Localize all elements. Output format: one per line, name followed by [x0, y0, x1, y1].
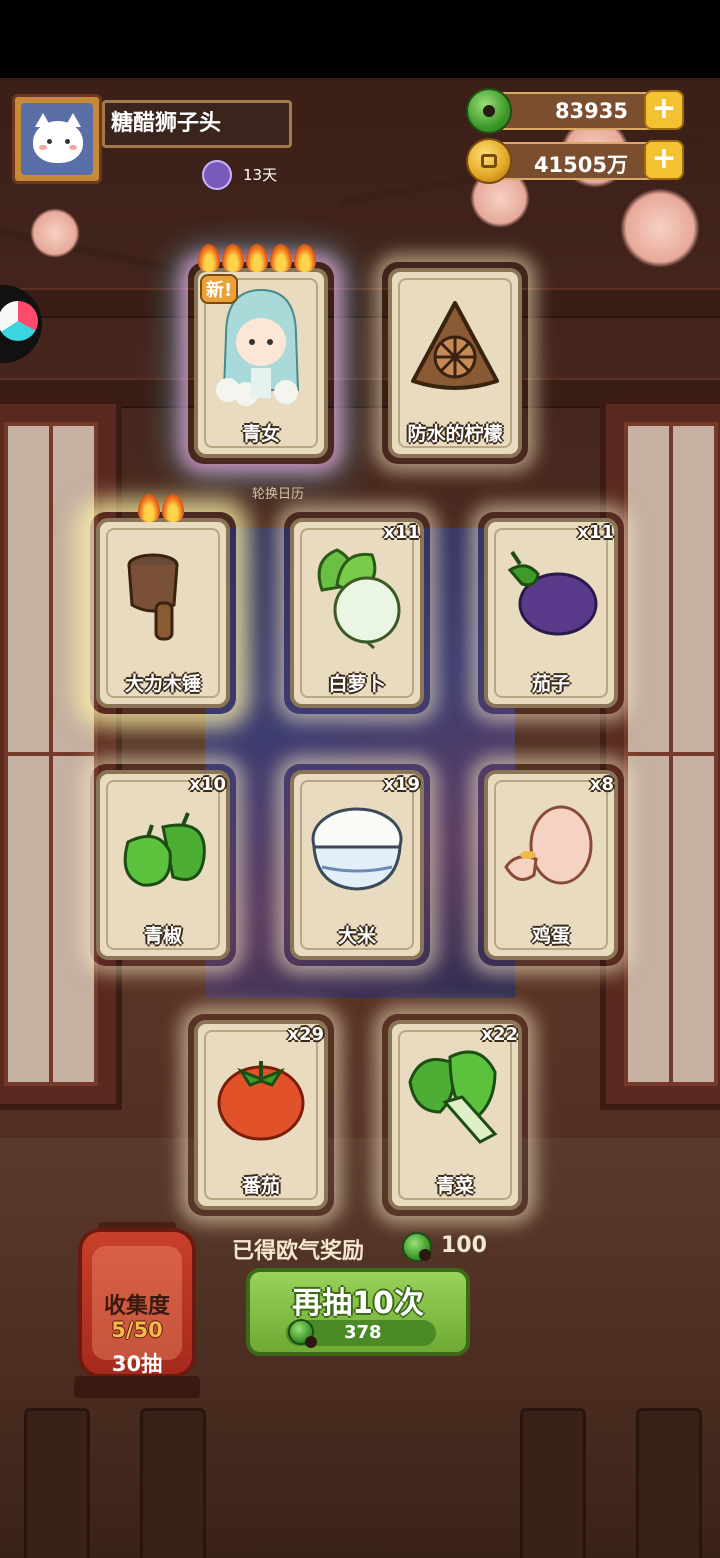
- jade-icon: [288, 1319, 317, 1348]
- flame-icon: [222, 244, 244, 272]
- draw-cost-value: 378: [344, 1322, 382, 1343]
- egg-icon: [496, 797, 606, 901]
- rice-bowl-icon: [302, 797, 412, 901]
- bok-choy-icon: [400, 1042, 510, 1156]
- lemon-slice-icon: [405, 295, 505, 399]
- flame-icon: [246, 244, 268, 272]
- card-name: 鸡蛋: [531, 925, 570, 947]
- lantern-stand: [74, 1376, 200, 1398]
- blossom: [620, 188, 700, 268]
- flame-rating: [138, 494, 184, 522]
- player-name: 糖醋狮子头: [102, 100, 292, 148]
- card-radish[interactable]: x11 白萝卜: [284, 512, 430, 714]
- add-coin-button[interactable]: +: [644, 140, 684, 180]
- draw-count: 30抽: [111, 1352, 163, 1376]
- eggplant-icon: [496, 540, 606, 654]
- card-name: 白萝卜: [328, 673, 386, 695]
- roof-beam: [0, 288, 720, 318]
- collection-lantern[interactable]: 收集度 5/50 30抽: [78, 1228, 196, 1378]
- card-egg[interactable]: x8 鸡蛋: [478, 764, 624, 966]
- card-count: x19: [383, 774, 420, 795]
- mallet-icon: [118, 545, 208, 649]
- card-count: x29: [287, 1024, 324, 1045]
- flame-icon: [270, 244, 292, 272]
- card-name: 大米: [337, 925, 376, 947]
- card-mallet[interactable]: 大力木锤: [90, 494, 236, 714]
- coin-currency: 41505万 +: [466, 138, 684, 184]
- jade-amount: 83935: [554, 99, 628, 123]
- flame-icon: [198, 244, 220, 272]
- card-name: 防水的柠檬: [407, 423, 503, 445]
- card-name: 番茄: [241, 1175, 280, 1197]
- card-rice[interactable]: x19 大米: [284, 764, 430, 966]
- flame-icon: [138, 494, 160, 522]
- card-count: x11: [383, 522, 420, 543]
- tomato-icon: [206, 1047, 316, 1151]
- draw-again-button[interactable]: 再抽10次 378: [246, 1268, 470, 1356]
- flame-rating: [198, 244, 316, 272]
- jade-currency: 83935 +: [466, 88, 684, 134]
- railing-post: [140, 1408, 206, 1558]
- cat-avatar-icon: [21, 103, 93, 175]
- avatar[interactable]: [12, 94, 102, 184]
- card-name: 青椒: [143, 925, 182, 947]
- card-lemon[interactable]: 防水的柠檬: [382, 262, 528, 464]
- status-bar: [0, 0, 720, 78]
- right-window: [600, 398, 720, 1110]
- card-count: x8: [589, 774, 614, 795]
- card-name: 大力木锤: [124, 673, 201, 695]
- left-window: [0, 398, 122, 1110]
- login-days: 13天: [243, 166, 278, 184]
- railing-post: [520, 1408, 586, 1558]
- jade-icon: [402, 1232, 432, 1262]
- blossom: [30, 208, 80, 258]
- reward-label: 已得欧气奖励: [232, 1239, 365, 1264]
- new-badge: 新!: [200, 274, 239, 304]
- card-greens[interactable]: x22 青菜: [382, 1014, 528, 1216]
- card-count: x10: [189, 774, 226, 795]
- flame-icon: [162, 494, 184, 522]
- railing-post: [636, 1408, 702, 1558]
- green-pepper-icon: [108, 797, 218, 901]
- jade-icon: [466, 88, 512, 134]
- card-tomato[interactable]: x29 番茄: [188, 1014, 334, 1216]
- collection-progress: 5/50: [111, 1318, 163, 1342]
- card-qingnv[interactable]: 新! 青女: [188, 244, 334, 464]
- card-pepper[interactable]: x10 青椒: [90, 764, 236, 966]
- card-name: 青女: [241, 423, 280, 445]
- collection-title: 收集度: [103, 1294, 170, 1319]
- card-count: x22: [481, 1024, 518, 1045]
- draw-cost: 378: [286, 1319, 436, 1348]
- character-icon: [202, 160, 232, 190]
- card-eggplant[interactable]: x11 茄子: [478, 512, 624, 714]
- reward-value: 100: [441, 1233, 487, 1258]
- rotation-label: 轮换日历: [251, 487, 304, 502]
- card-count: x11: [577, 522, 614, 543]
- draw-button-label: 再抽10次: [292, 1286, 424, 1321]
- flame-icon: [294, 244, 316, 272]
- railing-post: [24, 1408, 90, 1558]
- card-name: 青菜: [435, 1175, 474, 1197]
- coin-amount: 41505万: [533, 153, 628, 177]
- coin-icon: [466, 138, 512, 184]
- white-radish-icon: [302, 540, 412, 654]
- card-name: 茄子: [531, 673, 570, 695]
- add-jade-button[interactable]: +: [644, 90, 684, 130]
